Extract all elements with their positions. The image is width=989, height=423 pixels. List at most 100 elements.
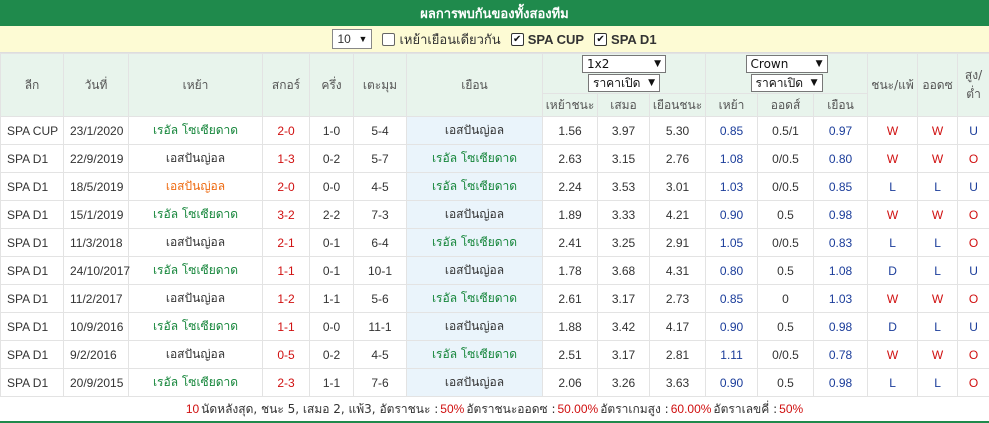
table-row: SPA CUP 23/1/2020 เรอัล โซเซียดาด 2-0 1-0 5-4… <box>0 116 989 145</box>
chevron-down-icon: ▼ <box>358 34 368 44</box>
score-cell: 1-1 <box>262 312 310 341</box>
col-home-win: เหย้าชนะ <box>542 93 598 117</box>
col-ah-away: เยือน <box>813 93 869 117</box>
same-venue-checkbox[interactable]: เหย้าเยือนเดียวกัน <box>382 29 501 50</box>
ah-away-odds: 0.98 <box>813 368 869 397</box>
home-win-odds: 2.41 <box>542 228 598 257</box>
ah-result: L <box>917 228 959 257</box>
win-lose-result: L <box>867 228 919 257</box>
match-count-value: 10 <box>337 32 351 46</box>
page-title: ผลการพบกันของทั้งสองทีม <box>0 0 989 26</box>
win-lose-result: W <box>867 144 919 173</box>
home-team-link[interactable]: เรอัล โซเซียดาด <box>128 312 263 341</box>
corner-cell: 7-3 <box>353 200 407 229</box>
away-team-link[interactable]: เอสปันญ่อล <box>406 200 543 229</box>
away-team-link[interactable]: เอสปันญ่อล <box>406 312 543 341</box>
away-team-link[interactable]: เรอัล โซเซียดาด <box>406 172 543 201</box>
home-team-link[interactable]: เอสปันญ่อล <box>128 228 263 257</box>
ah-home-odds: 1.05 <box>705 228 759 257</box>
away-win-odds: 4.17 <box>648 312 707 341</box>
away-team-link[interactable]: เรอัล โซเซียดาด <box>406 144 543 173</box>
summary-text-3: อัตราเกมสูง : <box>600 401 669 416</box>
odds-type-select[interactable]: 1x2 ▼ <box>582 55 666 73</box>
odds-group-crown: Crown ▼ ราคาเปิด ▼ <box>705 53 869 94</box>
odds-price-select-1[interactable]: ราคาเปิด ▼ <box>588 74 660 92</box>
ah-home-odds: 0.90 <box>705 368 759 397</box>
win-lose-result: W <box>867 116 919 145</box>
ou-result: U <box>957 172 989 201</box>
table-row: SPA D1 20/9/2015 เรอัล โซเซียดาด 2-3 1-1 7-6 เ… <box>0 368 989 397</box>
odds-price-select-2[interactable]: ราคาเปิด ▼ <box>750 74 823 92</box>
home-team-link[interactable]: เอสปันญ่อล <box>128 172 263 201</box>
ou-result: O <box>957 200 989 229</box>
summary-text-2: อัตราชนะออดซ : <box>466 401 556 416</box>
ou-result: U <box>957 256 989 285</box>
date-cell: 23/1/2020 <box>63 116 129 145</box>
ah-result: L <box>917 172 959 201</box>
home-team-link[interactable]: เรอัล โซเซียดาด <box>128 256 263 285</box>
odds-group-1x2: 1x2 ▼ ราคาเปิด ▼ <box>541 53 707 94</box>
ou-result: O <box>957 144 989 173</box>
corner-cell: 7-6 <box>353 368 407 397</box>
win-lose-result: W <box>867 200 919 229</box>
odds-price-value-2: ราคาเปิด <box>755 75 803 90</box>
win-lose-result: L <box>867 368 919 397</box>
h2h-table: ลีก วันที่ เหย้า สกอร์ ครึ่ง เตะมุม เยือ… <box>0 53 989 397</box>
away-team-link[interactable]: เอสปันญ่อล <box>406 256 543 285</box>
score-cell: 1-1 <box>262 256 310 285</box>
league-cell: SPA D1 <box>0 228 64 257</box>
col-ah-odds: ออดส์ <box>757 93 815 117</box>
chevron-down-icon: ▼ <box>810 78 818 88</box>
away-win-odds: 2.91 <box>648 228 707 257</box>
checkbox-empty-icon[interactable] <box>382 32 396 46</box>
checkmark-icon[interactable]: ✔ <box>594 32 608 46</box>
away-team-link[interactable]: เรอัล โซเซียดาด <box>406 284 543 313</box>
ah-line: 0.5 <box>757 368 815 397</box>
draw-odds: 3.68 <box>597 256 650 285</box>
ah-away-odds: 0.85 <box>813 172 869 201</box>
home-team-link[interactable]: เรอัล โซเซียดาด <box>128 200 263 229</box>
ah-home-odds: 0.85 <box>705 284 759 313</box>
table-row: SPA D1 9/2/2016 เอสปันญ่อล 0-5 0-2 4-5 เรอัล โ… <box>0 340 989 369</box>
corner-cell: 5-6 <box>353 284 407 313</box>
checkmark-icon[interactable]: ✔ <box>510 32 524 46</box>
away-team-link[interactable]: เรอัล โซเซียดาด <box>406 340 543 369</box>
ah-away-odds: 1.08 <box>813 256 869 285</box>
ah-line: 0.5/1 <box>757 116 815 145</box>
away-team-link[interactable]: เรอัล โซเซียดาด <box>406 228 543 257</box>
chevron-down-icon: ▼ <box>654 59 661 69</box>
away-team-link[interactable]: เอสปันญ่อล <box>406 116 543 145</box>
score-cell: 0-5 <box>262 340 310 369</box>
win-lose-result: D <box>867 256 919 285</box>
win-lose-result: D <box>867 312 919 341</box>
draw-odds: 3.97 <box>597 116 650 145</box>
home-team-link[interactable]: เรอัล โซเซียดาด <box>128 368 263 397</box>
summary-text-4: อัตราเลขคี่ : <box>713 401 778 416</box>
col-league: ลีก <box>0 53 64 117</box>
ah-result: W <box>917 116 959 145</box>
match-count-select[interactable]: 10 ▼ <box>332 29 373 49</box>
home-win-odds: 1.88 <box>542 312 598 341</box>
same-venue-label: เหย้าเยือนเดียวกัน <box>399 32 501 48</box>
summary-count: 10 <box>185 402 200 416</box>
corner-cell: 5-4 <box>353 116 407 145</box>
col-date: วันที่ <box>63 53 129 117</box>
home-team-link[interactable]: เอสปันญ่อล <box>128 284 263 313</box>
home-team-link[interactable]: เอสปันญ่อล <box>128 340 263 369</box>
ah-line: 0.5 <box>757 312 815 341</box>
win-lose-result: W <box>867 340 919 369</box>
ah-away-odds: 1.03 <box>813 284 869 313</box>
league-checkbox-spa-cup[interactable]: ✔ SPA CUP <box>510 32 584 47</box>
league-checkbox-spa-d1[interactable]: ✔ SPA D1 <box>594 32 657 47</box>
home-team-link[interactable]: เอสปันญ่อล <box>128 144 263 173</box>
away-team-link[interactable]: เอสปันญ่อล <box>406 368 543 397</box>
filter-bar: 10 ▼ เหย้าเยือนเดียวกัน ✔ SPA CUP ✔ SPA … <box>0 26 989 53</box>
home-team-link[interactable]: เรอัล โซเซียดาด <box>128 116 263 145</box>
chevron-down-icon: ▼ <box>648 78 655 88</box>
score-cell: 2-0 <box>262 172 310 201</box>
draw-odds: 3.17 <box>597 340 650 369</box>
home-win-odds: 2.06 <box>542 368 598 397</box>
draw-odds: 3.25 <box>597 228 650 257</box>
bookmaker-select[interactable]: Crown ▼ <box>745 55 828 73</box>
summary-over-rate: 60.00% <box>670 402 712 416</box>
